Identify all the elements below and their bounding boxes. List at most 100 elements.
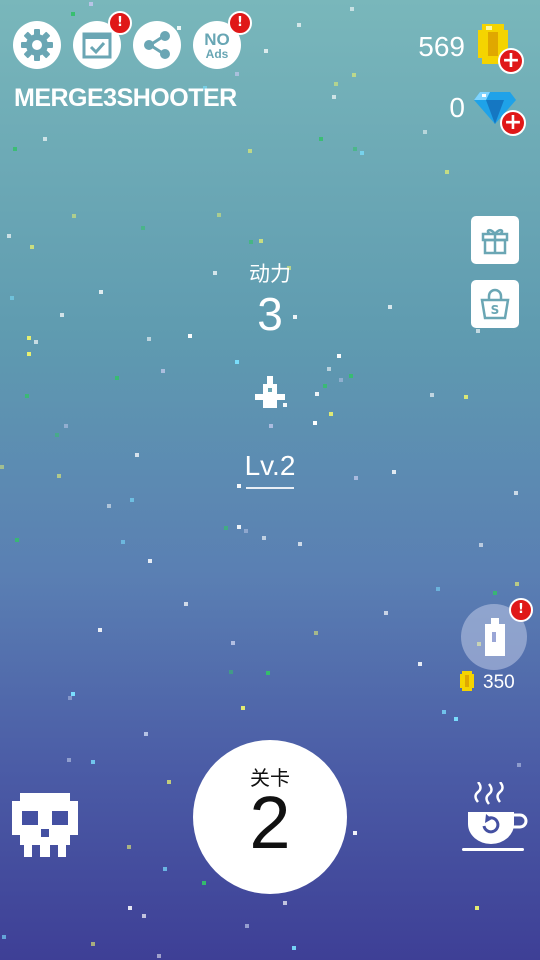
star-particle bbox=[517, 763, 521, 767]
star-particle bbox=[476, 329, 480, 333]
star-particle bbox=[147, 337, 151, 341]
star-particle bbox=[266, 671, 270, 675]
star-particle bbox=[332, 95, 336, 99]
star-particle bbox=[442, 710, 446, 714]
coin-count: 569 bbox=[418, 31, 465, 62]
no-ads-line2: Ads bbox=[205, 46, 229, 61]
star-particle bbox=[241, 706, 245, 710]
star-particle bbox=[15, 538, 19, 542]
star-particle bbox=[99, 290, 103, 294]
coffee-cup-icon[interactable] bbox=[458, 782, 530, 854]
star-particle bbox=[98, 628, 102, 632]
star-particle bbox=[339, 378, 343, 382]
star-particle bbox=[142, 914, 146, 918]
star-particle bbox=[297, 23, 301, 27]
star-particle bbox=[515, 582, 519, 586]
no-ads-line1: NO bbox=[204, 29, 230, 49]
daily-tasks-button[interactable]: ! bbox=[73, 11, 132, 69]
star-particle bbox=[334, 82, 338, 86]
star-particle bbox=[144, 732, 148, 736]
add-gems-button[interactable]: + bbox=[474, 90, 526, 136]
star-particle bbox=[127, 845, 131, 849]
star-particle bbox=[130, 498, 134, 502]
share-icon bbox=[144, 31, 170, 59]
gear-icon bbox=[21, 29, 53, 61]
star-particle bbox=[327, 367, 331, 371]
star-particle bbox=[319, 137, 323, 141]
star-particle bbox=[337, 354, 341, 358]
star-particle bbox=[148, 559, 152, 563]
add-coins-button[interactable]: + bbox=[476, 22, 524, 74]
star-particle bbox=[25, 394, 29, 398]
star-particle bbox=[188, 334, 192, 338]
star-particle bbox=[167, 780, 171, 784]
star-particle bbox=[141, 226, 145, 230]
star-particle bbox=[244, 529, 248, 533]
power-label: 动力 bbox=[249, 262, 291, 286]
star-particle bbox=[245, 924, 249, 928]
powerup-cost: 350 bbox=[483, 672, 515, 693]
star-particle bbox=[269, 424, 273, 428]
star-particle bbox=[264, 49, 268, 53]
star-particle bbox=[64, 424, 68, 428]
star-particle bbox=[60, 313, 64, 317]
skull-icon[interactable] bbox=[12, 793, 78, 857]
star-particle bbox=[235, 360, 239, 364]
star-particle bbox=[231, 641, 235, 645]
star-particle bbox=[161, 369, 165, 373]
star-particle bbox=[436, 587, 440, 591]
star-particle bbox=[430, 393, 434, 397]
star-particle bbox=[229, 670, 233, 674]
star-particle bbox=[445, 170, 449, 174]
star-particle bbox=[479, 543, 483, 547]
star-particle bbox=[423, 130, 427, 134]
star-particle bbox=[392, 470, 396, 474]
star-particle bbox=[314, 631, 318, 635]
level-underline bbox=[246, 487, 294, 489]
ship-level: Lv.2 bbox=[244, 450, 296, 481]
stage-number: 2 bbox=[249, 781, 291, 864]
gift-button[interactable] bbox=[471, 216, 519, 264]
star-particle bbox=[384, 611, 388, 615]
star-particle bbox=[72, 214, 76, 218]
star-particle bbox=[177, 26, 181, 30]
star-particle bbox=[298, 542, 302, 546]
shop-button[interactable]: S bbox=[471, 280, 519, 328]
star-particle bbox=[157, 954, 161, 958]
star-particle bbox=[89, 2, 93, 6]
star-particle bbox=[107, 504, 111, 508]
star-particle bbox=[0, 465, 4, 469]
star-particle bbox=[224, 526, 228, 530]
power-value: 3 bbox=[257, 288, 283, 340]
player-ship-icon[interactable] bbox=[253, 376, 287, 410]
star-particle bbox=[475, 906, 479, 910]
no-ads-icon: NO Ads bbox=[204, 31, 230, 60]
star-particle bbox=[360, 151, 364, 155]
star-particle bbox=[349, 374, 353, 378]
star-particle bbox=[71, 692, 75, 696]
star-particle bbox=[262, 536, 266, 540]
star-particle bbox=[354, 476, 358, 480]
star-particle bbox=[514, 491, 518, 495]
star-particle bbox=[388, 305, 392, 309]
star-particle bbox=[91, 942, 95, 946]
shopping-bag-icon: S bbox=[480, 288, 510, 320]
star-particle bbox=[249, 240, 253, 244]
notification-badge: ! bbox=[228, 11, 252, 35]
rocket-powerup-button[interactable]: ! bbox=[461, 598, 533, 670]
shop-letter: S bbox=[491, 303, 500, 317]
star-particle bbox=[292, 946, 296, 950]
no-ads-button[interactable]: NO Ads ! bbox=[193, 11, 252, 69]
star-particle bbox=[34, 340, 38, 344]
star-particle bbox=[418, 662, 422, 666]
star-particle bbox=[353, 831, 357, 835]
star-particle bbox=[329, 412, 333, 416]
gem-count: 0 bbox=[449, 92, 465, 123]
star-particle bbox=[135, 453, 139, 457]
star-particle bbox=[213, 271, 217, 275]
star-particle bbox=[71, 12, 75, 16]
share-button[interactable] bbox=[133, 21, 181, 69]
star-particle bbox=[235, 72, 239, 76]
settings-button[interactable] bbox=[13, 21, 61, 69]
stage-start-button[interactable]: 关卡 2 bbox=[193, 740, 347, 894]
